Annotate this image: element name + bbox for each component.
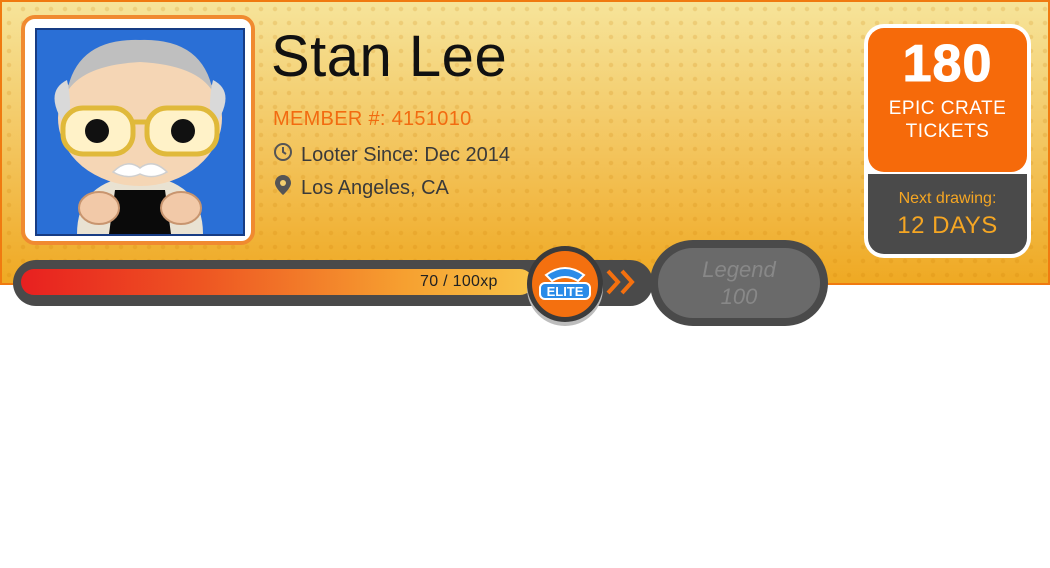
avatar-frame [21, 15, 255, 245]
next-drawing-panel: Next drawing: 12 DAYS [868, 174, 1027, 254]
tickets-label-line1: EPIC CRATE [888, 98, 1007, 119]
looter-since-row: Looter Since: Dec 2014 [273, 142, 510, 168]
next-drawing-label: Next drawing: [898, 190, 997, 207]
member-number: MEMBER #: 4151010 [273, 108, 472, 130]
looter-since-text: Looter Since: Dec 2014 [301, 143, 511, 166]
avatar[interactable] [35, 28, 245, 236]
next-drawing-value: 12 DAYS [897, 212, 998, 239]
location-row: Los Angeles, CA [273, 174, 449, 202]
avatar-illustration [37, 30, 243, 234]
elite-level-badge: ELITE [527, 246, 603, 322]
tickets-label-line2: TICKETS [905, 120, 990, 142]
location-text: Los Angeles, CA [301, 176, 449, 199]
tickets-count: 180 [902, 35, 993, 93]
double-chevron-right-icon [606, 267, 640, 305]
profile-name: Stan Lee [271, 24, 508, 89]
next-level-value: 100 [720, 284, 758, 309]
next-level-pill: Legend 100 [650, 240, 828, 326]
next-level-name: Legend [702, 257, 776, 282]
epic-crate-tickets-card[interactable]: 180 EPIC CRATE TICKETS Next drawing: 12 … [864, 24, 1031, 258]
elite-badge-icon: ELITE [539, 267, 591, 300]
elite-badge-inner: ELITE [532, 251, 598, 317]
location-pin-icon [273, 174, 293, 202]
next-level-inner: Legend 100 [658, 248, 820, 318]
tickets-count-panel: 180 EPIC CRATE TICKETS [868, 28, 1027, 172]
elite-badge-label: ELITE [547, 284, 584, 299]
xp-progress-text: 70 / 100xp [420, 273, 498, 290]
clock-icon [273, 142, 293, 168]
